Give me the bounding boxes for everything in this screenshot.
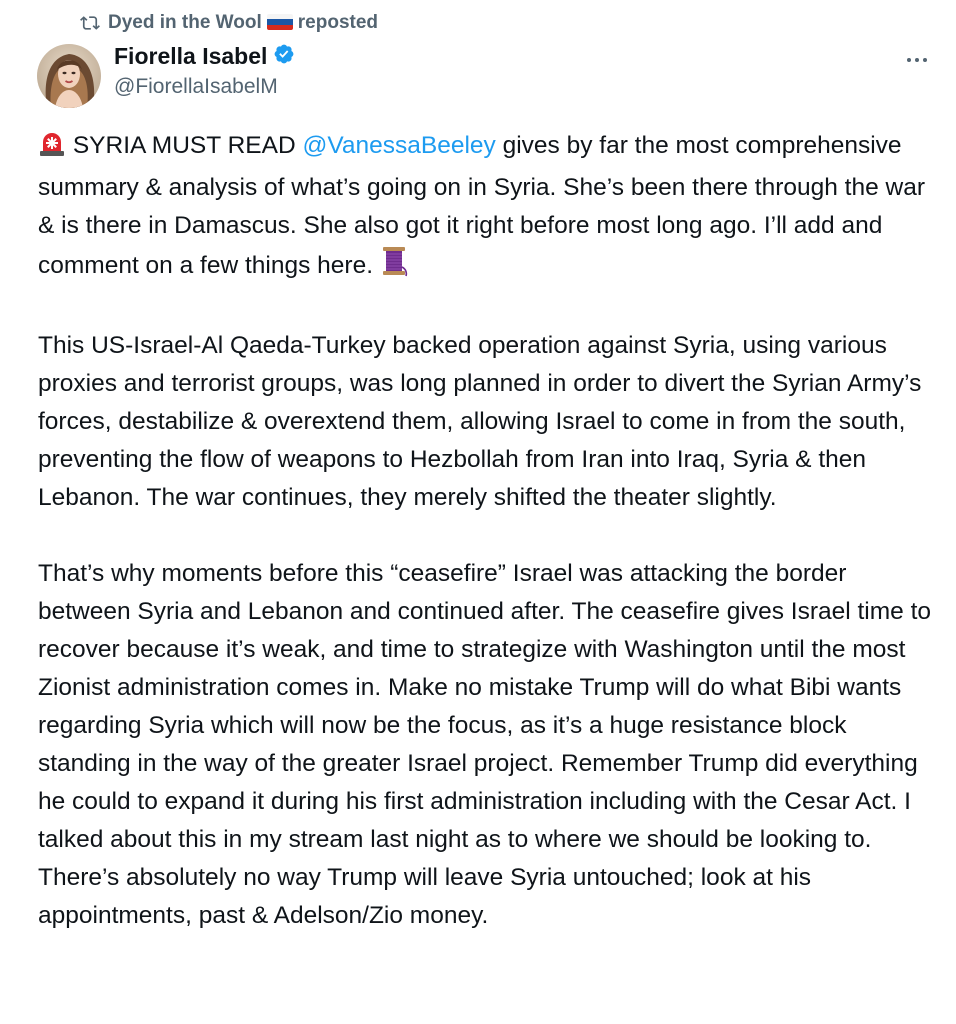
repost-icon bbox=[80, 13, 100, 33]
tweet-paragraph-3: That’s why moments before this “ceasefir… bbox=[38, 560, 932, 929]
author-handle[interactable]: @FiorellaIsabelM bbox=[114, 75, 295, 99]
repost-header[interactable]: Dyed in the Wool reposted bbox=[80, 10, 378, 36]
thread-spool-emoji-icon bbox=[380, 245, 408, 289]
tweet-text: SYRIA MUST READ @VanessaBeeley gives by … bbox=[38, 127, 938, 935]
more-options-button[interactable] bbox=[902, 48, 932, 72]
rotating-light-emoji-icon bbox=[38, 131, 66, 169]
reposter-name[interactable]: Dyed in the Wool bbox=[108, 12, 262, 33]
author-display-name[interactable]: Fiorella Isabel bbox=[114, 43, 267, 70]
reposted-label: reposted bbox=[297, 12, 379, 33]
avatar[interactable] bbox=[37, 44, 101, 108]
tweet-paragraph-2: This US-Israel-Al Qaeda-Turkey backed op… bbox=[38, 332, 922, 511]
more-dots-icon bbox=[907, 58, 927, 62]
mention-link[interactable]: @VanessaBeeley bbox=[302, 132, 495, 159]
russia-flag-icon bbox=[266, 14, 293, 30]
tweet-paragraph-1: SYRIA MUST READ @VanessaBeeley gives by … bbox=[38, 127, 938, 289]
verified-badge-icon[interactable] bbox=[273, 43, 295, 70]
author-block: Fiorella Isabel @FiorellaIsabelM bbox=[114, 40, 295, 99]
